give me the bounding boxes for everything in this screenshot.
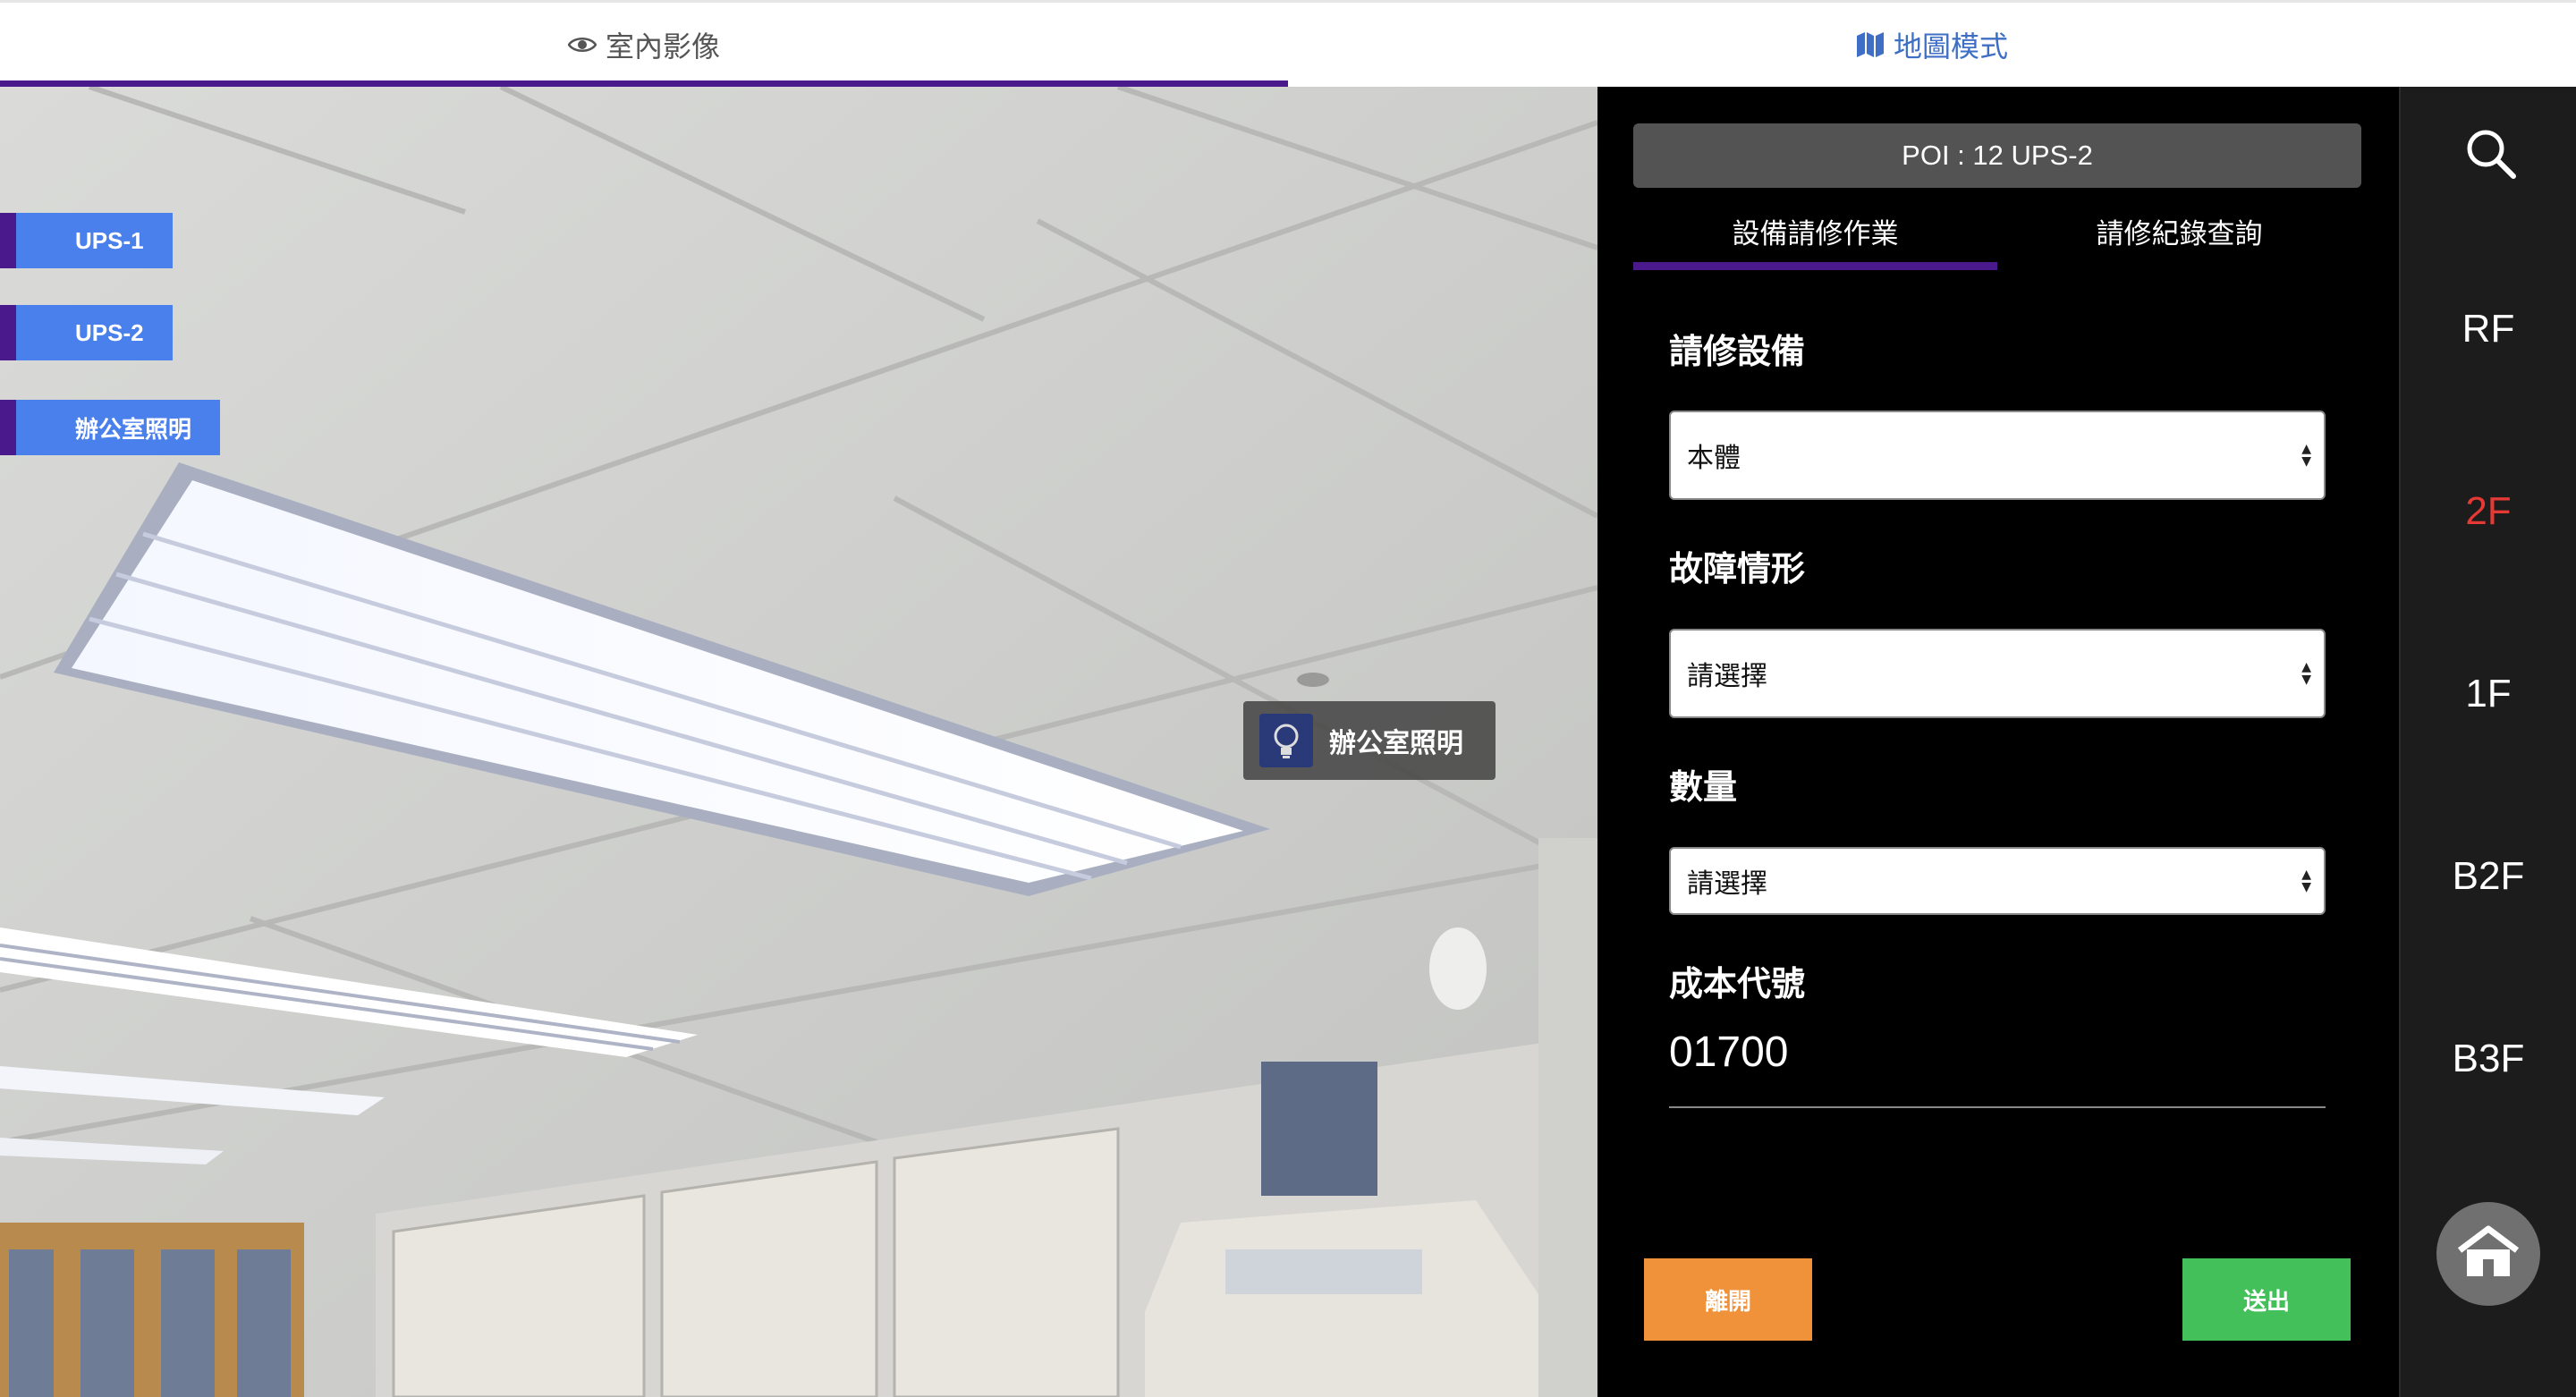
quantity-select-value: 請選擇	[1687, 868, 1767, 900]
eye-icon	[567, 35, 597, 55]
leave-button[interactable]: 離開	[1644, 1258, 1812, 1341]
floor-b2f[interactable]: B2F	[2401, 854, 2576, 899]
floor-2f[interactable]: 2F	[2401, 489, 2576, 534]
tab-map-mode-label: 地圖模式	[1893, 30, 2008, 64]
poi-chip-ups-1[interactable]: UPS-1	[0, 213, 173, 268]
poi-header: POI : 12 UPS-2	[1633, 123, 2361, 188]
poi-chip-office-lighting[interactable]: 辦公室照明	[0, 400, 221, 455]
panorama-viewer[interactable]: UPS-1 UPS-2 辦公室照明 辦公室照明	[0, 87, 1597, 1397]
floor-sidebar: RF 2F 1F B2F B3F	[2399, 87, 2576, 1397]
floor-b3f[interactable]: B3F	[2401, 1037, 2576, 1081]
send-button[interactable]: 送出	[2182, 1258, 2351, 1341]
quantity-label: 數量	[1669, 767, 1738, 807]
floor-1f[interactable]: 1F	[2401, 672, 2576, 716]
floor-rf[interactable]: RF	[2401, 307, 2576, 351]
tab-repair-history[interactable]: 請修紀錄查詢	[1997, 194, 2361, 267]
quantity-select[interactable]: 請選擇 ▲ ▼	[1669, 847, 2326, 915]
poi-chip-label: UPS-2	[75, 318, 144, 346]
home-icon	[2456, 1225, 2521, 1283]
top-tab-bar: 室內影像 地圖模式	[0, 0, 2576, 88]
fault-select[interactable]: 請選擇 ▲ ▼	[1669, 629, 2326, 718]
equipment-select-value: 本體	[1687, 443, 1741, 474]
cost-code-underline	[1669, 1106, 2326, 1108]
tab-indoor-image[interactable]: 室內影像	[0, 3, 1288, 87]
poi-chip-ups-2[interactable]: UPS-2	[0, 305, 173, 360]
cost-code-field[interactable]: 01700	[1669, 1028, 1788, 1077]
poi-chip-label: UPS-1	[75, 226, 144, 254]
equipment-label: 請修設備	[1669, 332, 1806, 371]
panel-tab-active-indicator	[1633, 262, 1997, 270]
map-icon	[1856, 31, 1885, 58]
hotspot-office-lighting[interactable]: 辦公室照明	[1243, 701, 1496, 780]
fault-select-value: 請選擇	[1687, 661, 1767, 692]
equipment-select[interactable]: 本體 ▲ ▼	[1669, 411, 2326, 500]
fault-label: 故障情形	[1669, 549, 1806, 588]
select-arrows-icon: ▲ ▼	[2301, 868, 2311, 894]
repair-form-panel: POI : 12 UPS-2 設備請修作業 請修紀錄查詢 請修設備 本體 ▲ ▼ …	[1597, 87, 2399, 1397]
search-icon[interactable]	[2463, 126, 2519, 182]
lightbulb-icon	[1259, 714, 1313, 767]
tab-map-mode[interactable]: 地圖模式	[1288, 3, 2576, 87]
tab-indoor-image-label: 室內影像	[605, 30, 720, 64]
tab-equipment-repair[interactable]: 設備請修作業	[1633, 194, 1997, 267]
select-arrows-icon: ▲ ▼	[2301, 442, 2311, 469]
home-button[interactable]	[2436, 1202, 2540, 1306]
cost-code-label: 成本代號	[1669, 964, 1806, 1003]
select-arrows-icon: ▲ ▼	[2301, 660, 2311, 687]
poi-chip-label: 辦公室照明	[75, 415, 192, 443]
hotspot-label: 辦公室照明	[1329, 728, 1463, 759]
